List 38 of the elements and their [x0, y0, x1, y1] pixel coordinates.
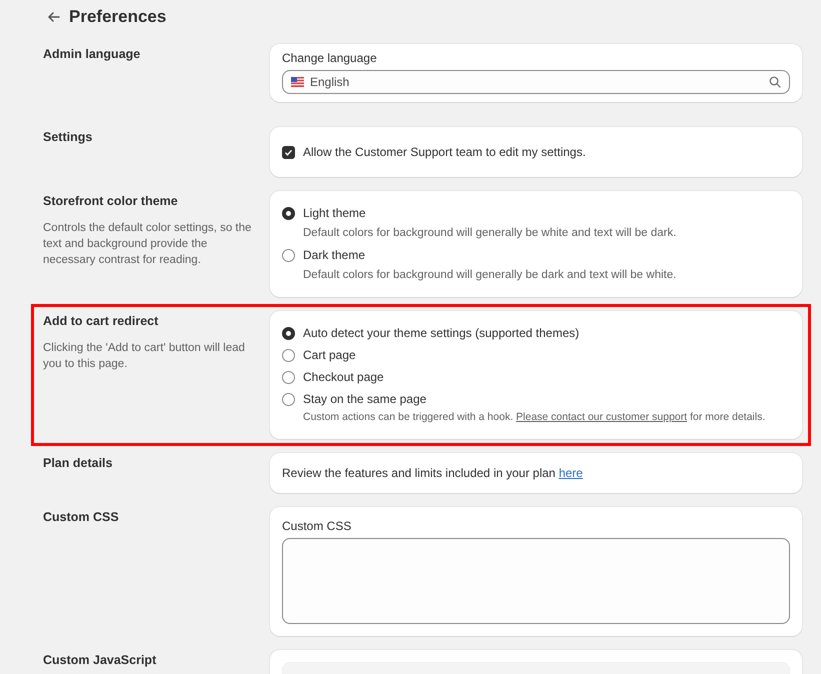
- field-label: Change language: [282, 51, 378, 66]
- option-description: Default colors for background will generally be dark and text will be white.: [303, 269, 678, 281]
- radio-button[interactable]: [282, 326, 295, 340]
- css-textarea[interactable]: [282, 538, 790, 624]
- plan-text: Review the features and limits included in your plan here: [282, 466, 584, 480]
- radio-label: Light theme: [303, 206, 366, 220]
- flag-icon: [291, 77, 304, 87]
- section-title: Custom CSS: [43, 510, 120, 524]
- radio-button[interactable]: [282, 348, 295, 362]
- section-title: Custom JavaScript: [43, 653, 158, 667]
- checkbox[interactable]: [282, 146, 295, 158]
- radio-label: Checkout page: [303, 370, 384, 384]
- radio-button[interactable]: [282, 206, 295, 220]
- search-icon: [769, 76, 781, 88]
- radio-button[interactable]: [282, 392, 295, 406]
- back-arrow-icon[interactable]: [47, 10, 61, 24]
- radio-label: Auto detect your theme settings (supported themes): [303, 326, 580, 340]
- option-description: Default colors for background will generally be white and text will be dark.: [303, 227, 678, 239]
- field-label: Custom CSS: [282, 519, 352, 534]
- section-title: Plan details: [43, 456, 114, 470]
- support-link[interactable]: Please contact our customer support: [516, 411, 688, 423]
- check-icon: [284, 148, 293, 156]
- page-title: Preferences: [69, 7, 166, 27]
- checkbox-label: Allow the Customer Support team to edit my settings.: [303, 145, 586, 159]
- option-description: Custom actions can be triggered with a hook. Please contact our customer support for more details.: [303, 411, 766, 423]
- radio-label: Cart page: [303, 348, 356, 362]
- section-description: Clicking the 'Add to cart' button will lead you to this page.: [43, 341, 246, 372]
- radio-button[interactable]: [282, 370, 295, 384]
- section-title: Storefront color theme: [43, 194, 179, 208]
- language-field[interactable]: English: [282, 70, 790, 94]
- radio-label: Stay on the same page: [303, 392, 426, 406]
- section-title: Admin language: [43, 47, 142, 61]
- section-title: Add to cart redirect: [43, 314, 160, 328]
- section-title: Settings: [43, 130, 94, 144]
- radio-button[interactable]: [282, 248, 295, 262]
- section-description: Controls the default color settings, so the text and background provide the necessary contrast for reading.: [43, 221, 252, 268]
- radio-label: Dark theme: [303, 248, 366, 262]
- here-link[interactable]: here: [558, 466, 583, 480]
